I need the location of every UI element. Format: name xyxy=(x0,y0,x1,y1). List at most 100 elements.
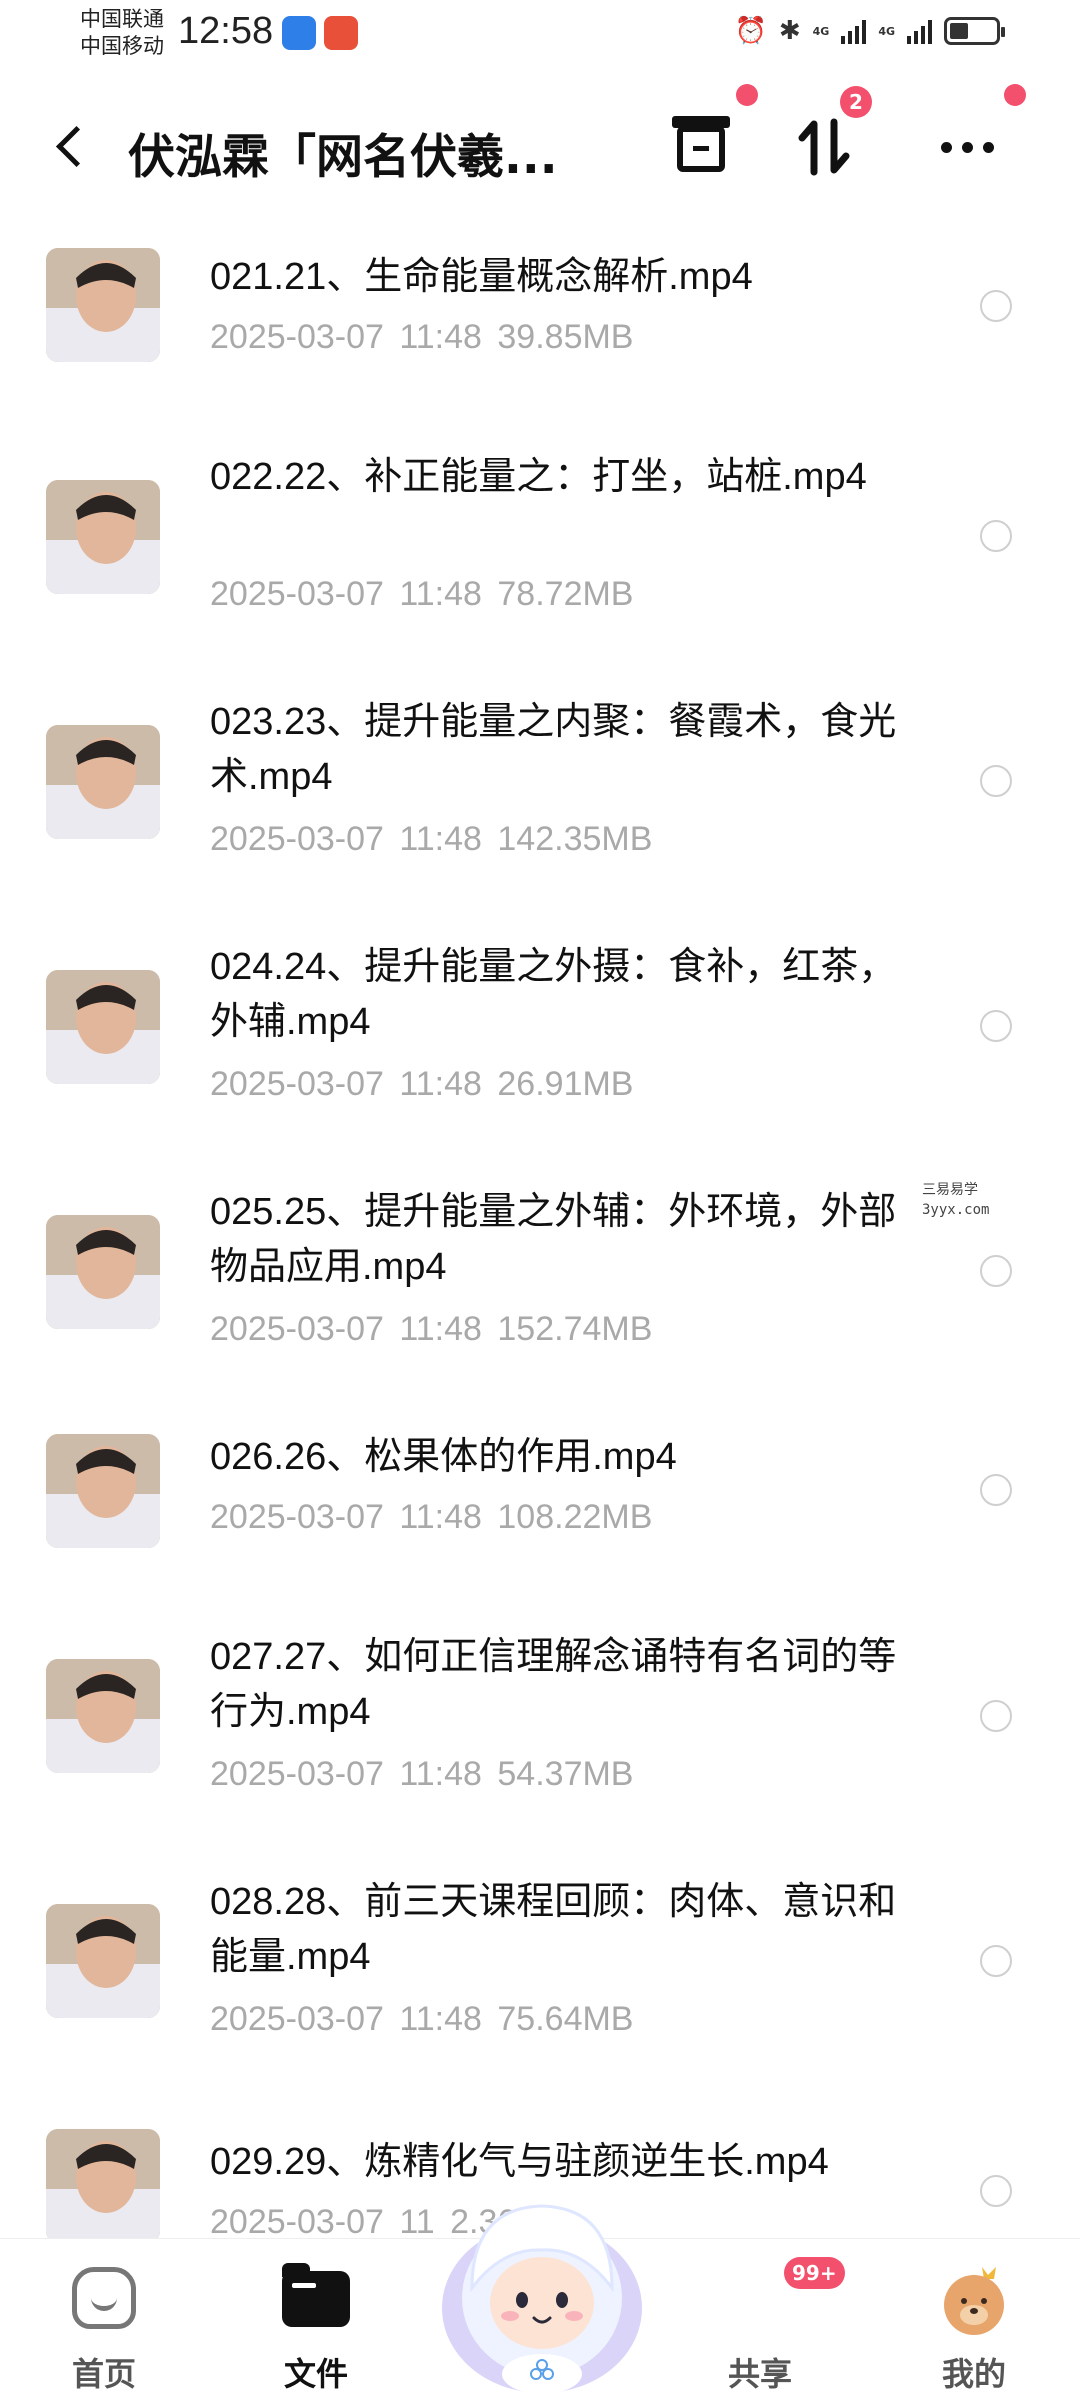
status-bar: 中国联通 中国移动 12:58 ⏰ ✱ 4G 4G xyxy=(0,0,1080,70)
select-radio[interactable] xyxy=(980,765,1012,797)
carrier-1: 中国联通 xyxy=(80,7,164,31)
notification-app-icon xyxy=(324,16,358,50)
watermark: 三易易学 3yyx.com xyxy=(922,1180,989,1220)
file-size: 152.74MB xyxy=(497,1310,653,1348)
battery-icon xyxy=(944,17,1005,45)
select-radio[interactable] xyxy=(980,1700,1012,1732)
file-time: 11:48 xyxy=(399,2000,482,2038)
tab-share[interactable]: 99+ 共享 xyxy=(700,2257,845,2393)
file-meta: 2025-03-07 11:48 26.91MB xyxy=(210,1065,633,1104)
transfer-button[interactable] xyxy=(790,112,860,182)
select-radio[interactable] xyxy=(980,1010,1012,1042)
tab-label: 文件 xyxy=(283,2355,348,2393)
select-radio[interactable] xyxy=(980,1474,1012,1506)
list-item[interactable]: 023.23、提升能量之内聚：餐霞术，食光术.mp4 2025-03-07 11… xyxy=(0,695,1080,895)
file-meta: 2025-03-07 11:48 39.85MB xyxy=(210,318,633,357)
file-meta: 2025-03-07 11:48 108.22MB xyxy=(210,1498,652,1537)
list-item[interactable]: 021.21、生命能量概念解析.mp4 2025-03-07 11:48 39.… xyxy=(0,220,1080,410)
file-time: 11:48 xyxy=(399,1310,482,1348)
file-time: 11:48 xyxy=(399,820,482,858)
tab-label: 共享 xyxy=(727,2355,792,2393)
file-date: 2025-03-07 xyxy=(210,1310,384,1348)
file-time: 11 xyxy=(399,2203,435,2241)
select-radio[interactable] xyxy=(980,1945,1012,1977)
signal-icon xyxy=(841,18,867,44)
file-date: 2025-03-07 xyxy=(210,2203,384,2241)
file-name: 026.26、松果体的作用.mp4 xyxy=(210,1436,677,1478)
share-badge: 99+ xyxy=(784,2257,845,2289)
signal-icon xyxy=(907,18,932,44)
file-meta: 2025-03-07 11:48 75.64MB xyxy=(210,2000,633,2039)
file-size: 78.72MB xyxy=(497,575,634,613)
watermark-line: 3yyx.com xyxy=(922,1202,990,1218)
carrier-2: 中国移动 xyxy=(80,34,164,58)
network-label: 4G xyxy=(812,24,830,38)
notification-dot xyxy=(1004,84,1026,106)
select-radio[interactable] xyxy=(980,1255,1012,1287)
tab-files[interactable]: 文件 xyxy=(256,2261,376,2393)
file-size: 108.22MB xyxy=(497,1498,653,1536)
file-name: 028.28、前三天课程回顾：肉体、意识和能量.mp4 xyxy=(210,1881,897,1978)
file-date: 2025-03-07 xyxy=(210,318,384,356)
list-item[interactable]: 025.25、提升能量之外辅：外环境，外部物品应用.mp4 2025-03-07… xyxy=(0,1185,1080,1385)
file-date: 2025-03-07 xyxy=(210,1065,384,1103)
file-size: 142.35MB xyxy=(497,820,653,858)
alarm-icon: ⏰ xyxy=(734,16,767,46)
mascot-icon xyxy=(442,2204,642,2394)
file-size: 75.64MB xyxy=(497,2000,634,2038)
select-radio[interactable] xyxy=(980,520,1012,552)
video-thumbnail xyxy=(46,480,160,594)
back-button[interactable] xyxy=(50,120,90,180)
list-item[interactable]: 027.27、如何正信理解念诵特有名词的等行为.mp4 2025-03-07 1… xyxy=(0,1625,1080,1825)
list-item[interactable]: 026.26、松果体的作用.mp4 2025-03-07 11:48 108.2… xyxy=(0,1430,1080,1580)
folder-icon xyxy=(282,2263,350,2327)
archive-button[interactable] xyxy=(666,112,736,182)
mascot-button[interactable] xyxy=(432,2178,652,2398)
file-meta: 2025-03-07 11:48 142.35MB xyxy=(210,820,652,859)
video-thumbnail xyxy=(46,1659,160,1773)
page-title: 伏泓霖「网名伏羲... xyxy=(128,130,558,185)
tab-label: 首页 xyxy=(71,2355,136,2393)
select-radio[interactable] xyxy=(980,2175,1012,2207)
file-name: 025.25、提升能量之外辅：外环境，外部物品应用.mp4 xyxy=(210,1191,897,1288)
bluetooth-icon: ✱ xyxy=(778,16,801,46)
file-time: 11:48 xyxy=(399,575,482,613)
list-item[interactable]: 024.24、提升能量之外摄：食补，红茶，外辅.mp4 2025-03-07 1… xyxy=(0,940,1080,1140)
file-date: 2025-03-07 xyxy=(210,2000,384,2038)
file-date: 2025-03-07 xyxy=(210,575,384,613)
system-icons: ⏰ ✱ 4G 4G xyxy=(734,16,1005,46)
file-time: 11:48 xyxy=(399,1498,482,1536)
video-thumbnail xyxy=(46,248,160,362)
list-item[interactable]: 028.28、前三天课程回顾：肉体、意识和能量.mp4 2025-03-07 1… xyxy=(0,1870,1080,2070)
file-size: 26.91MB xyxy=(497,1065,634,1103)
file-name: 023.23、提升能量之内聚：餐霞术，食光术.mp4 xyxy=(210,701,897,798)
tab-home[interactable]: 首页 xyxy=(44,2261,164,2393)
file-date: 2025-03-07 xyxy=(210,820,384,858)
file-date: 2025-03-07 xyxy=(210,1755,384,1793)
file-time: 11:48 xyxy=(399,1755,482,1793)
file-name: 024.24、提升能量之外摄：食补，红茶，外辅.mp4 xyxy=(210,946,897,1043)
file-size: 39.85MB xyxy=(497,318,634,356)
file-meta: 2025-03-07 11:48 78.72MB xyxy=(210,575,633,614)
transfer-badge: 2 xyxy=(840,86,872,118)
file-date: 2025-03-07 xyxy=(210,1498,384,1536)
notification-dot xyxy=(736,84,758,106)
home-icon xyxy=(72,2267,136,2329)
file-name: 027.27、如何正信理解念诵特有名词的等行为.mp4 xyxy=(210,1636,897,1733)
file-time: 11:48 xyxy=(399,1065,482,1103)
file-meta: 2025-03-07 11:48 152.74MB xyxy=(210,1310,652,1349)
clock: 12:58 xyxy=(178,10,274,52)
avatar-icon xyxy=(944,2267,1004,2335)
video-thumbnail xyxy=(46,1904,160,2018)
list-item[interactable]: 022.22、补正能量之：打坐，站桩.mp4 2025-03-07 11:48 … xyxy=(0,450,1080,650)
video-thumbnail xyxy=(46,725,160,839)
tab-label: 我的 xyxy=(941,2355,1006,2393)
file-name: 021.21、生命能量概念解析.mp4 xyxy=(210,256,753,298)
video-thumbnail xyxy=(46,1434,160,1548)
video-thumbnail xyxy=(46,2129,160,2243)
carrier-names: 中国联通 中国移动 xyxy=(80,6,164,60)
select-radio[interactable] xyxy=(980,290,1012,322)
more-button[interactable] xyxy=(932,112,1002,182)
tab-me[interactable]: 我的 xyxy=(914,2261,1034,2393)
video-thumbnail xyxy=(46,970,160,1084)
